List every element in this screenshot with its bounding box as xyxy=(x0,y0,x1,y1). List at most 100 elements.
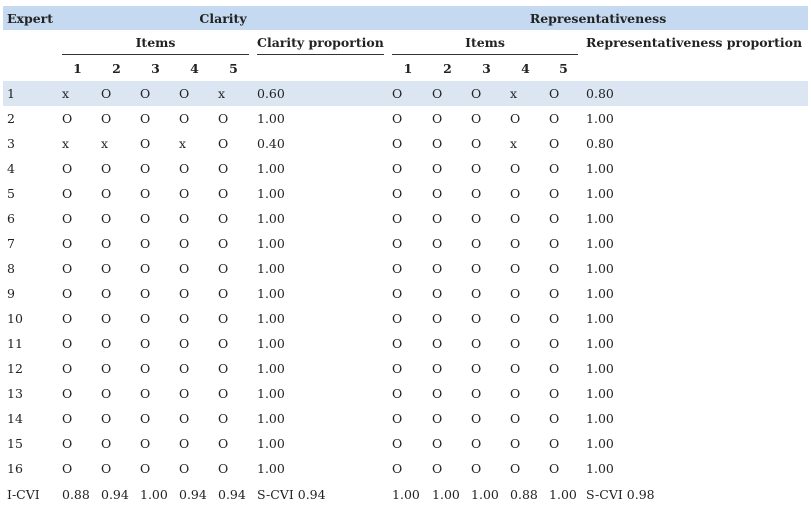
rep-proportion: 1.00 xyxy=(586,386,614,401)
clarity-rating: O xyxy=(101,161,112,176)
rep-rating: O xyxy=(471,311,482,326)
rep-rating: O xyxy=(432,211,443,226)
rep-rating: x xyxy=(510,136,518,151)
rep-rating: O xyxy=(392,436,403,451)
expert-number: 8 xyxy=(7,261,15,276)
expert-header: Expert xyxy=(3,6,58,30)
clarity-icvi-value: 0.88 xyxy=(62,486,90,502)
expert-rating-table: Expert Clarity Representativeness Items … xyxy=(3,6,809,507)
rep-rating: O xyxy=(392,136,403,151)
rep-proportion-header: Representativeness proportion xyxy=(586,35,803,50)
rep-rating: O xyxy=(510,436,521,451)
clarity-rating: O xyxy=(140,186,151,201)
rep-rating: O xyxy=(432,286,443,301)
expert-number: 4 xyxy=(7,161,15,176)
clarity-proportion: 1.00 xyxy=(257,111,285,126)
rep-rating: O xyxy=(510,261,521,276)
clarity-rating: O xyxy=(140,436,151,451)
clarity-rating: O xyxy=(140,336,151,351)
rep-rating: O xyxy=(471,136,482,151)
clarity-proportion: 0.60 xyxy=(253,81,389,106)
rep-rating: O xyxy=(510,161,521,176)
rep-rating: O xyxy=(432,336,443,351)
clarity-rating: O xyxy=(179,186,190,201)
clarity-proportion: 1.00 xyxy=(257,286,285,301)
clarity-rating: x xyxy=(62,136,70,151)
clarity-proportion: 1.00 xyxy=(257,461,285,476)
clarity-rating: O xyxy=(136,81,175,106)
clarity-rating: O xyxy=(101,111,112,126)
table-row: 16 O O O O O 1.00 O O O O O 1.00 xyxy=(3,456,808,481)
header-row-top: Expert Clarity Representativeness xyxy=(3,6,809,30)
rep-rating: O xyxy=(432,361,443,376)
header-row-item-numbers: 1 2 3 4 5 1 2 3 4 5 xyxy=(3,55,808,81)
clarity-rating: x xyxy=(214,81,253,106)
table-row: 13 O O O O O 1.00 O O O O O 1.00 xyxy=(3,381,808,406)
rep-rating: O xyxy=(549,211,560,226)
rep-rating: O xyxy=(471,111,482,126)
rep-rating: O xyxy=(545,81,583,106)
clarity-rating: O xyxy=(218,111,229,126)
clarity-rating: O xyxy=(218,286,229,301)
clarity-rating: O xyxy=(101,236,112,251)
table-row: 6 O O O O O 1.00 O O O O O 1.00 xyxy=(3,206,808,231)
clarity-rating: O xyxy=(140,111,151,126)
rep-rating: O xyxy=(392,211,403,226)
rep-rating: O xyxy=(510,361,521,376)
clarity-proportion: 1.00 xyxy=(257,211,285,226)
clarity-rating: O xyxy=(140,211,151,226)
rep-rating: O xyxy=(510,386,521,401)
table-row: 1 x O O Ox 0.60 O O Ox O 0.80 xyxy=(3,81,809,106)
clarity-rating: O xyxy=(62,161,73,176)
rep-item-number: 2 xyxy=(443,60,452,76)
clarity-proportion: 1.00 xyxy=(257,161,285,176)
rep-rating: O xyxy=(392,361,403,376)
rep-rating: O xyxy=(471,211,482,226)
rep-proportion: 0.80 xyxy=(582,81,809,106)
rep-rating: x xyxy=(506,81,546,106)
icvi-label: I-CVI xyxy=(7,486,40,502)
clarity-rating: O xyxy=(218,136,229,151)
clarity-rating: O xyxy=(218,436,229,451)
rep-rating: O xyxy=(549,461,560,476)
rep-rating: O xyxy=(392,411,403,426)
clarity-item-number: 5 xyxy=(229,60,238,76)
clarity-rating: O xyxy=(218,161,229,176)
clarity-items-header: Items xyxy=(58,30,253,55)
rep-rating: O xyxy=(471,461,482,476)
rep-rating: O xyxy=(471,411,482,426)
rep-item-number: 4 xyxy=(521,60,530,76)
clarity-rating: O xyxy=(62,311,73,326)
clarity-rating: O xyxy=(218,361,229,376)
rep-rating: O xyxy=(392,386,403,401)
rep-rating: O xyxy=(549,311,560,326)
clarity-rating: O xyxy=(218,311,229,326)
expert-number: 16 xyxy=(7,461,23,476)
rep-rating: O xyxy=(510,461,521,476)
rep-rating: O xyxy=(510,186,521,201)
rep-proportion: 1.00 xyxy=(586,311,614,326)
rep-rating: O xyxy=(549,386,560,401)
rep-rating: O xyxy=(471,186,482,201)
rep-rating: O xyxy=(432,236,443,251)
rep-rating: O xyxy=(432,136,443,151)
clarity-rating: O xyxy=(179,236,190,251)
clarity-rating: O xyxy=(140,361,151,376)
clarity-rating: O xyxy=(62,461,73,476)
rep-rating: O xyxy=(549,336,560,351)
clarity-rating: O xyxy=(179,361,190,376)
table-row: 14 O O O O O 1.00 O O O O O 1.00 xyxy=(3,406,808,431)
rep-proportion: 1.00 xyxy=(586,161,614,176)
expert-number: 10 xyxy=(7,311,23,326)
clarity-rating: x xyxy=(58,81,97,106)
clarity-rating: O xyxy=(62,111,73,126)
rep-proportion: 1.00 xyxy=(586,336,614,351)
rep-icvi-value: 1.00 xyxy=(392,486,420,502)
summary-row: I-CVI 0.88 0.94 1.00 0.94 0.94 S-CVI 0.9… xyxy=(3,481,808,507)
expert-number: 7 xyxy=(7,236,15,251)
rep-rating: O xyxy=(549,186,560,201)
clarity-proportion: 0.40 xyxy=(257,136,285,151)
clarity-rating: O xyxy=(101,286,112,301)
rep-rating: O xyxy=(392,111,403,126)
rep-rating: O xyxy=(549,261,560,276)
